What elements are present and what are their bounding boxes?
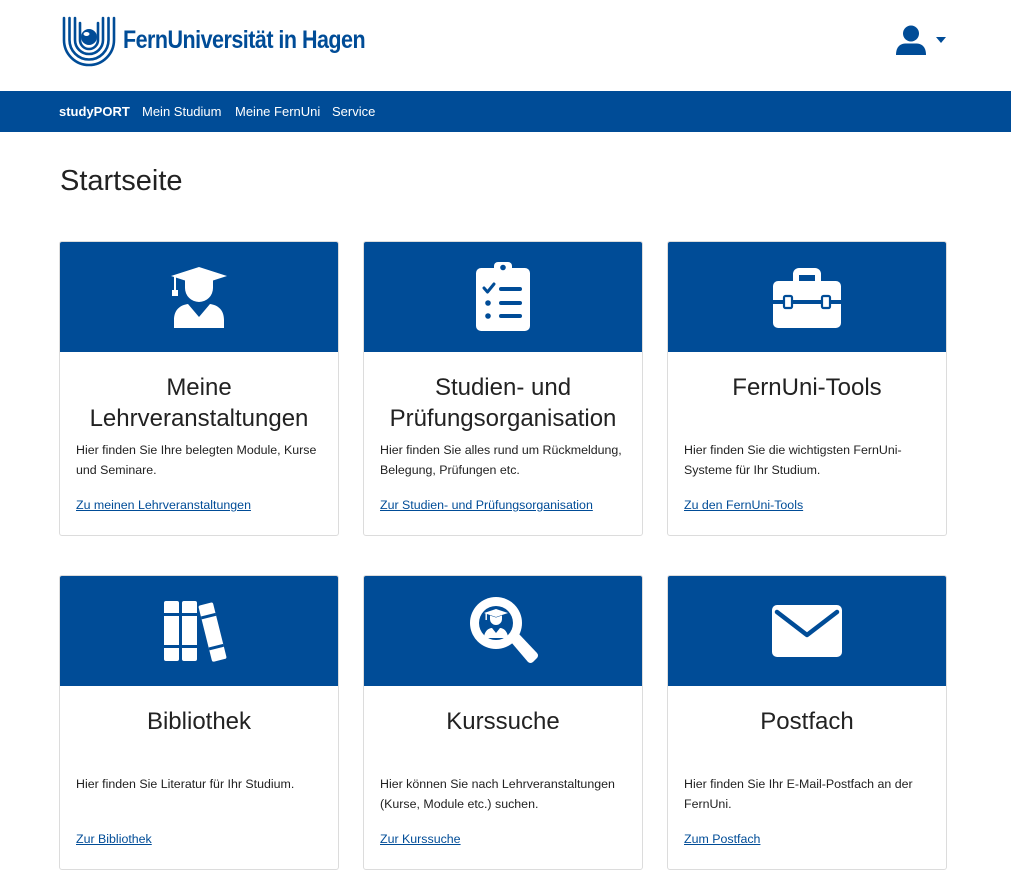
card-title: Postfach (760, 708, 854, 735)
card-banner[interactable] (364, 242, 642, 352)
card-banner[interactable] (60, 576, 338, 686)
card-banner[interactable] (60, 242, 338, 352)
card-text: Hier finden Sie die wichtigsten FernUni-… (684, 443, 902, 477)
card-link-fernuni-tools[interactable]: Zu den FernUni-Tools (684, 498, 803, 512)
toolbox-icon (773, 268, 841, 328)
books-icon (164, 601, 227, 662)
clipboard-checklist-icon (476, 262, 530, 331)
logo-text: FernUniversität in Hagen (123, 25, 366, 54)
card-link-bibliothek[interactable]: Zur Bibliothek (76, 832, 152, 846)
logo[interactable]: FernUniversität in Hagen (59, 12, 405, 68)
card-link-postfach[interactable]: Zum Postfach (684, 832, 760, 846)
nav-mein-studium[interactable]: Mein Studium (142, 91, 221, 132)
card-title: Kurssuche (446, 708, 560, 735)
fernuni-logo-icon (62, 16, 116, 67)
card-link-kurssuche[interactable]: Zur Kurssuche (380, 832, 461, 846)
card-link-pruefungsorganisation[interactable]: Zur Studien- und Prüfungsorganisation (380, 498, 593, 512)
envelope-icon (772, 605, 842, 657)
card-link-lehrveranstaltungen[interactable]: Zu meinen Lehrveranstaltungen (76, 498, 251, 512)
card-text: Hier finden Sie alles rund um Rück­meldu… (380, 443, 622, 477)
card-lehrveranstaltungen: Meine Lehrveranstaltungen Hier finden Si… (59, 241, 339, 536)
card-text: Hier finden Sie Ihr E-Mail-Postfach an d… (684, 777, 913, 811)
user-menu-button[interactable] (893, 22, 949, 58)
card-bibliothek: Bibliothek Hier finden Sie Literatur für… (59, 575, 339, 870)
card-postfach: Postfach Hier finden Sie Ihr E-Mail-Post… (667, 575, 947, 870)
caret-down-icon (936, 37, 946, 43)
card-banner[interactable] (668, 576, 946, 686)
nav-studyport[interactable]: studyPORT (59, 91, 130, 132)
search-graduate-icon (470, 597, 538, 663)
nav-meine-fernuni[interactable]: Meine FernUni (235, 91, 320, 132)
card-title: Bibliothek (146, 708, 252, 735)
page-title: Startseite (60, 165, 183, 197)
card-fernuni-tools: FernUni-Tools Hier finden Sie die wichti… (667, 241, 947, 536)
card-title: Studien- und Prüfungsorganisation (389, 374, 617, 432)
card-text: Hier können Sie nach Lehrveranstaltungen… (380, 777, 615, 811)
user-icon (896, 25, 926, 55)
nav-service[interactable]: Service (332, 91, 375, 132)
graduate-icon (171, 267, 227, 328)
card-banner[interactable] (364, 576, 642, 686)
card-pruefungsorganisation: Studien- und Prüfungsorganisation Hier f… (363, 241, 643, 536)
header: FernUniversität in Hagen (0, 0, 1011, 91)
card-text: Hier finden Sie Ihre belegten Module, Ku… (76, 443, 317, 477)
card-text: Hier finden Sie Literatur für Ihr Studiu… (76, 777, 295, 791)
main-navbar: studyPORT Mein Studium Meine FernUni Ser… (0, 91, 1011, 132)
card-title: FernUni-Tools (732, 374, 882, 401)
card-title: Meine Lehrveranstaltungen (89, 374, 309, 432)
card-banner[interactable] (668, 242, 946, 352)
card-kurssuche: Kurssuche Hier können Sie nach Lehrveran… (363, 575, 643, 870)
